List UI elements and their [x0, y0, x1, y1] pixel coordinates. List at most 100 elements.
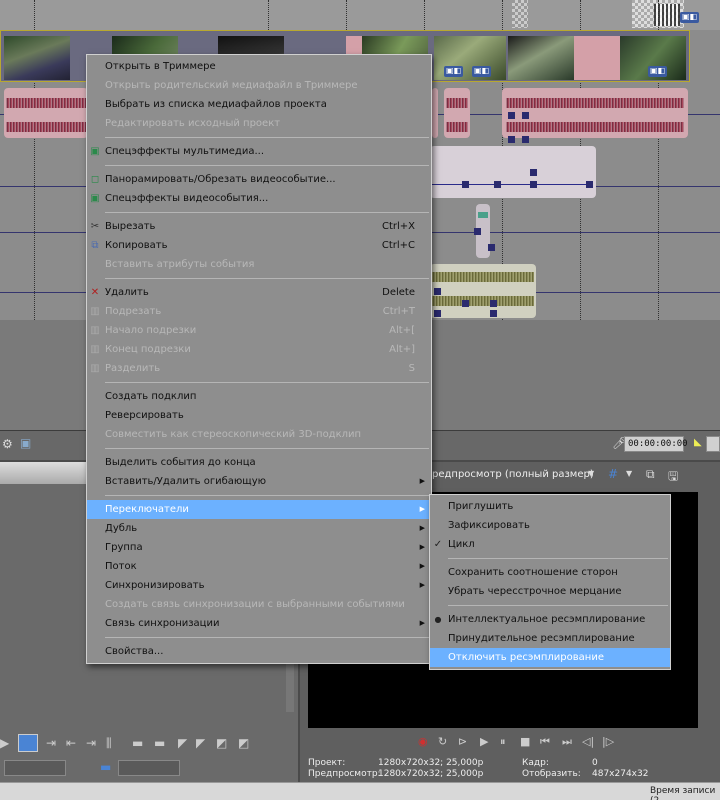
menu-item-label: Отключить ресэмплирование	[448, 652, 604, 663]
go-to-start-icon[interactable]: ⏮︎	[540, 735, 550, 749]
audio-event[interactable]	[432, 88, 438, 138]
menu-item-label: Выбрать из списка медиафайлов проекта	[105, 99, 327, 110]
menu-item-label: Сохранить соотношение сторон	[448, 567, 618, 578]
tool-icon[interactable]: ⇥	[86, 736, 96, 750]
menu-item-sync-link[interactable]: Связь синхронизации ▶	[87, 614, 431, 633]
menu-item-label: Конец подрезки	[105, 344, 191, 355]
menu-item-choose-from-project-media[interactable]: Выбрать из списка медиафайлов проекта	[87, 95, 431, 114]
event-fx-icon[interactable]: ▣◧	[648, 66, 668, 77]
menu-item-cut[interactable]: ✂ Вырезать Ctrl+X	[87, 217, 431, 236]
menu-item-stream[interactable]: Поток ▶	[87, 557, 431, 576]
envelope-handle[interactable]	[522, 136, 529, 143]
menu-item-select-events-to-end[interactable]: Выделить события до конца	[87, 453, 431, 472]
switch-maintain-aspect-ratio[interactable]: Сохранить соотношение сторон	[430, 563, 670, 582]
chevron-down-icon[interactable]: ▼	[588, 469, 594, 478]
play-from-start-icon[interactable]: ⊳	[458, 735, 467, 748]
switch-disable-resample[interactable]: Отключить ресэмплирование	[430, 648, 670, 667]
envelope-handle[interactable]	[462, 300, 469, 307]
envelope-handle[interactable]	[522, 112, 529, 119]
menu-item-split[interactable]: ▥ Разделить S	[87, 359, 431, 378]
envelope-handle[interactable]	[434, 310, 441, 317]
tool-icon[interactable]: ◩	[216, 736, 227, 750]
next-frame-icon[interactable]: |▷	[602, 735, 614, 748]
menu-item-open-parent-in-trimmer[interactable]: Открыть родительский медиафайл в Триммер…	[87, 76, 431, 95]
switch-smart-resample[interactable]: ● Интеллектуальное ресэмплирование	[430, 610, 670, 629]
audio-event[interactable]	[430, 146, 596, 198]
switch-force-resample[interactable]: Принудительное ресэмплирование	[430, 629, 670, 648]
trim-field-right[interactable]	[118, 760, 180, 776]
envelope-handle[interactable]	[530, 181, 537, 188]
menu-item-open-in-trimmer[interactable]: Открыть в Триммере	[87, 57, 431, 76]
stop-icon[interactable]: ■	[520, 735, 530, 748]
tool-icon[interactable]: ◤	[196, 736, 205, 750]
envelope-handle[interactable]	[530, 169, 537, 176]
tool-icon[interactable]: ▣	[20, 436, 31, 450]
envelope-handle[interactable]	[508, 136, 515, 143]
envelope-handle[interactable]	[488, 244, 495, 251]
menu-item-create-sync-link[interactable]: Создать связь синхронизации с выбранными…	[87, 595, 431, 614]
menu-item-take[interactable]: Дубль ▶	[87, 519, 431, 538]
play-icon[interactable]: ▶	[0, 736, 9, 750]
trim-field-left[interactable]	[4, 760, 66, 776]
envelope-handle[interactable]	[586, 181, 593, 188]
record-icon[interactable]: ◉	[418, 735, 428, 748]
switch-loop[interactable]: ✓ Цикл	[430, 535, 670, 554]
menu-item-label: Копировать	[105, 240, 168, 251]
save-snapshot-icon[interactable]: 🖫︎	[668, 467, 678, 488]
go-to-end-icon[interactable]: ⏭︎	[562, 735, 572, 749]
menu-item-pair-stereo-3d[interactable]: Совместить как стереоскопический 3D-подк…	[87, 425, 431, 444]
tool-icon[interactable]: ◤	[178, 736, 187, 750]
menu-item-synchronize[interactable]: Синхронизировать ▶	[87, 576, 431, 595]
menu-separator	[105, 165, 429, 166]
copy-snapshot-icon[interactable]: ⧉	[646, 467, 655, 482]
menu-item-reverse[interactable]: Реверсировать	[87, 406, 431, 425]
menu-item-media-fx[interactable]: ▣ Спецэффекты мультимедиа...	[87, 142, 431, 161]
loop-icon[interactable]: ↻	[438, 735, 447, 748]
menu-item-trim-start[interactable]: ▥ Начало подрезки Alt+[	[87, 321, 431, 340]
tool-icon[interactable]: ▬	[154, 736, 165, 750]
grid-icon[interactable]: #	[608, 467, 618, 481]
switch-mute[interactable]: Приглушить	[430, 497, 670, 516]
menu-item-trim[interactable]: ▥ Подрезать Ctrl+T	[87, 302, 431, 321]
tool-icon[interactable]: ▬	[132, 736, 143, 750]
tool-icon[interactable]: ◩	[238, 736, 249, 750]
event-fx-icon[interactable]: ▣◧	[444, 66, 464, 77]
tool-icon[interactable]: ⇥	[46, 736, 56, 750]
menu-item-edit-source-project[interactable]: Редактировать исходный проект	[87, 114, 431, 133]
menu-item-group[interactable]: Группа ▶	[87, 538, 431, 557]
selected-tool-icon[interactable]	[18, 734, 38, 752]
menu-item-insert-remove-envelope[interactable]: Вставить/Удалить огибающую ▶	[87, 472, 431, 491]
menu-item-paste-event-attributes[interactable]: Вставить атрибуты события	[87, 255, 431, 274]
chevron-down-icon[interactable]: ▼	[626, 469, 632, 478]
menu-item-copy[interactable]: ⧉ Копировать Ctrl+C	[87, 236, 431, 255]
toolbar-field[interactable]	[706, 436, 720, 452]
envelope-handle[interactable]	[494, 181, 501, 188]
envelope-handle[interactable]	[508, 112, 515, 119]
envelope-handle[interactable]	[490, 300, 497, 307]
switch-lock[interactable]: Зафиксировать	[430, 516, 670, 535]
menu-item-switches[interactable]: Переключатели ▶	[87, 500, 431, 519]
play-icon[interactable]: ▶	[480, 735, 488, 748]
prev-frame-icon[interactable]: ◁|	[582, 735, 594, 748]
event-fx-icon[interactable]: ▣◧	[680, 12, 700, 23]
event-fx-icon[interactable]: ▣◧	[472, 66, 492, 77]
menu-item-event-fx[interactable]: ▣ Спецэффекты видеособытия...	[87, 189, 431, 208]
radio-selected-icon: ●	[434, 615, 442, 624]
marker-icon[interactable]: ◣	[694, 437, 702, 448]
pause-icon[interactable]: ⏸︎	[500, 735, 506, 749]
menu-item-pan-crop[interactable]: ◻ Панорамировать/Обрезать видеособытие...	[87, 170, 431, 189]
tool-icon[interactable]: ⫼	[106, 736, 112, 751]
envelope-handle[interactable]	[462, 181, 469, 188]
tool-icon[interactable]: ⚙	[2, 437, 13, 451]
envelope-handle[interactable]	[434, 288, 441, 295]
switch-reduce-interlace-flicker[interactable]: Убрать чересстрочное мерцание	[430, 582, 670, 601]
menu-item-delete[interactable]: ✕ Удалить Delete	[87, 283, 431, 302]
menu-item-create-subclip[interactable]: Создать подклип	[87, 387, 431, 406]
menu-item-trim-end[interactable]: ▥ Конец подрезки Alt+]	[87, 340, 431, 359]
preview-quality-dropdown[interactable]: редпросмотр (полный размер)	[432, 469, 594, 480]
timecode-field[interactable]: 00:00:00:00	[624, 436, 688, 452]
menu-item-properties[interactable]: Свойства...	[87, 642, 431, 661]
tool-icon[interactable]: ⇤	[66, 736, 76, 750]
envelope-handle[interactable]	[490, 310, 497, 317]
envelope-handle[interactable]	[474, 228, 481, 235]
